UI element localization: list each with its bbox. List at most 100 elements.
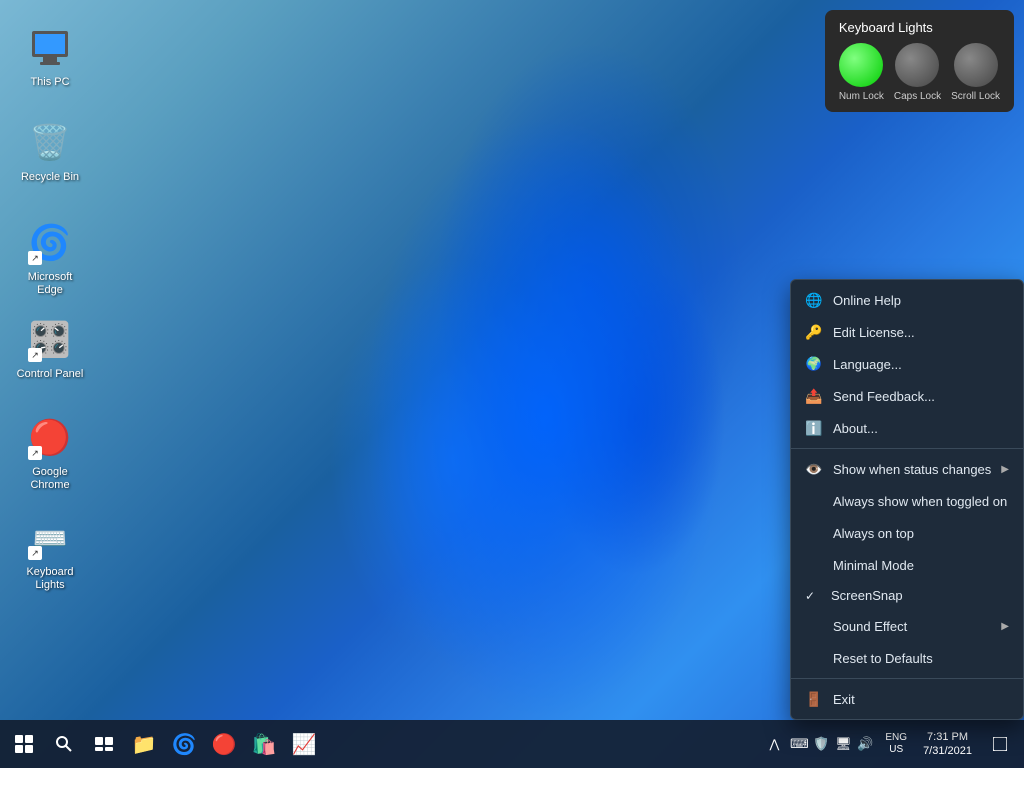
edge-icon: 🌀 ↗ [26,219,74,267]
menu-item-about[interactable]: ℹ️ About... [791,412,1023,444]
desktop-icon-keyboard-lights[interactable]: ⌨️ ↗ Keyboard Lights [10,510,90,596]
num-lock-label: Num Lock [839,91,884,102]
lang-bottom: US [889,744,903,756]
menu-item-screensnap[interactable]: ✓ ScreenSnap [791,581,1023,610]
menu-separator-2 [791,678,1023,679]
volume-tray-icon[interactable]: 🔊 [855,734,875,754]
reset-defaults-icon [805,649,823,667]
submenu-arrow-sound: ▶ [1001,621,1009,632]
scroll-lock-item: Scroll Lock [951,43,1000,102]
caps-lock-label: Caps Lock [894,91,941,102]
mail-taskbar[interactable]: 📈 [284,724,324,764]
menu-label-online-help: Online Help [833,293,1009,308]
menu-label-show-when-status-changes: Show when status changes [833,462,991,477]
exit-icon: 🚪 [805,690,823,708]
shortcut-arrow: ↗ [28,251,42,265]
menu-label-exit: Exit [833,692,1009,707]
search-button[interactable] [44,724,84,764]
chrome-icon: 🔴 ↗ [26,414,74,462]
recycle-bin-label: Recycle Bin [21,171,79,184]
minimal-mode-icon [805,556,823,574]
menu-item-sound-effect[interactable]: Sound Effect ▶ [791,610,1023,642]
scroll-lock-label: Scroll Lock [951,91,1000,102]
menu-item-always-show-toggled[interactable]: Always show when toggled on [791,485,1023,517]
about-icon: ℹ️ [805,419,823,437]
system-tray: ⌨ 🛡️ 🖥 🔊 [789,734,875,754]
keyboard-lights-tray-icon[interactable]: ⌨ [789,734,809,754]
menu-item-minimal-mode[interactable]: Minimal Mode [791,549,1023,581]
sound-effect-icon [805,617,823,635]
menu-label-send-feedback: Send Feedback... [833,389,1009,404]
menu-item-reset-defaults[interactable]: Reset to Defaults [791,642,1023,674]
menu-item-exit[interactable]: 🚪 Exit [791,683,1023,715]
lock-lights-row: Num Lock Caps Lock Scroll Lock [839,43,1000,102]
this-pc-label: This PC [30,76,69,89]
menu-item-show-when-status-changes[interactable]: 👁️ Show when status changes ▶ [791,453,1023,485]
clock-time: 7:31 PM [927,730,968,744]
shield-tray-icon[interactable]: 🛡️ [811,734,831,754]
taskbar: 📁 🌀 🔴 🛍️ 📈 ⋀ ⌨ 🛡️ 🖥 🔊 ENG US [0,720,1024,768]
scroll-lock-circle [954,43,998,87]
display-tray-icon[interactable]: 🖥 [833,734,853,754]
recycle-bin-icon: 🗑️ [26,119,74,167]
language-indicator[interactable]: ENG US [881,730,911,758]
menu-label-reset-defaults: Reset to Defaults [833,651,1009,666]
menu-item-online-help[interactable]: 🌐 Online Help [791,284,1023,316]
send-feedback-icon: 📤 [805,387,823,405]
desktop-icon-this-pc[interactable]: This PC [10,20,90,93]
start-button[interactable] [4,724,44,764]
num-lock-item: Num Lock [839,43,884,102]
expand-tray-button[interactable]: ⋀ [766,733,784,755]
menu-label-sound-effect: Sound Effect [833,619,991,634]
menu-label-edit-license: Edit License... [833,325,1009,340]
menu-label-always-show-toggled: Always show when toggled on [833,494,1009,509]
menu-label-minimal-mode: Minimal Mode [833,558,1009,573]
keyboard-lights-desktop-label: Keyboard Lights [14,566,86,592]
store-taskbar[interactable]: 🛍️ [244,724,284,764]
submenu-arrow-status: ▶ [1001,464,1009,475]
online-help-icon: 🌐 [805,291,823,309]
show-status-icon: 👁️ [805,460,823,478]
menu-item-send-feedback[interactable]: 📤 Send Feedback... [791,380,1023,412]
desktop-icon-edge[interactable]: 🌀 ↗ Microsoft Edge [10,215,90,301]
desktop-icon-chrome[interactable]: 🔴 ↗ Google Chrome [10,410,90,496]
menu-item-edit-license[interactable]: 🔑 Edit License... [791,316,1023,348]
task-view-button[interactable] [84,724,124,764]
menu-label-always-on-top: Always on top [833,526,1009,541]
control-panel-icon: 🎛️ ↗ [26,316,74,364]
keyboard-lights-widget-title: Keyboard Lights [839,20,1000,35]
chrome-taskbar[interactable]: 🔴 [204,724,244,764]
always-on-top-icon [805,524,823,542]
taskbar-right: ⋀ ⌨ 🛡️ 🖥 🔊 ENG US 7:31 PM 7/31/2021 [766,728,1024,761]
system-clock[interactable]: 7:31 PM 7/31/2021 [917,728,978,761]
edge-taskbar[interactable]: 🌀 [164,724,204,764]
desktop-icon-control-panel[interactable]: 🎛️ ↗ Control Panel [10,312,90,385]
shortcut-arrow-chrome: ↗ [28,446,42,460]
file-explorer-taskbar[interactable]: 📁 [124,724,164,764]
menu-item-language[interactable]: 🌍 Language... [791,348,1023,380]
clock-date: 7/31/2021 [923,744,972,758]
num-lock-circle [839,43,883,87]
context-menu: 🌐 Online Help 🔑 Edit License... 🌍 Langua… [790,279,1024,720]
this-pc-icon [26,24,74,72]
shortcut-arrow-cp: ↗ [28,348,42,362]
desktop-icon-recycle-bin[interactable]: 🗑️ Recycle Bin [10,115,90,188]
menu-item-always-on-top[interactable]: Always on top [791,517,1023,549]
desktop: This PC 🗑️ Recycle Bin 🌀 ↗ Microsoft Edg… [0,0,1024,768]
menu-label-screensnap: ScreenSnap [831,588,1009,603]
edit-license-icon: 🔑 [805,323,823,341]
language-icon: 🌍 [805,355,823,373]
screensnap-checkmark: ✓ [805,589,821,603]
caps-lock-item: Caps Lock [894,43,941,102]
menu-label-language: Language... [833,357,1009,372]
always-show-toggled-icon [805,492,823,510]
caps-lock-circle [895,43,939,87]
edge-label: Microsoft Edge [14,271,86,297]
menu-label-about: About... [833,421,1009,436]
chrome-label: Google Chrome [14,466,86,492]
menu-separator-1 [791,448,1023,449]
lang-top: ENG [885,732,907,744]
keyboard-lights-icon: ⌨️ ↗ [26,514,74,562]
notification-button[interactable] [984,728,1016,760]
shortcut-arrow-kl: ↗ [28,546,42,560]
